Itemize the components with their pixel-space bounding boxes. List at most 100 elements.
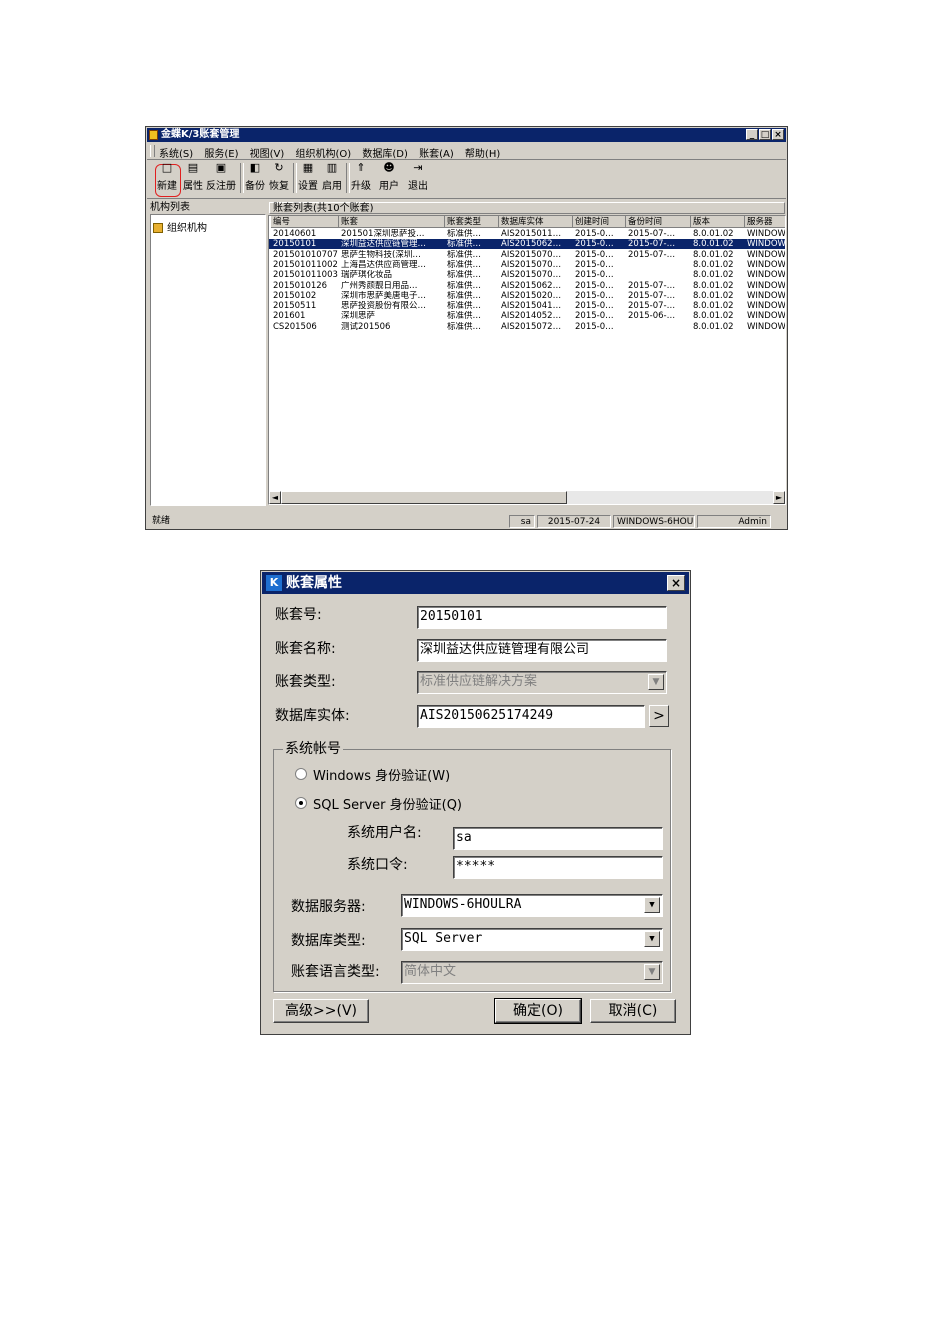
table-cell: 2015-0… bbox=[575, 301, 614, 312]
settings-button[interactable]: ▦ 设置 bbox=[298, 162, 318, 193]
scroll-left-icon[interactable]: ◄ bbox=[269, 491, 281, 504]
table-row[interactable]: 2015010126 广州秀颜靓日用品… 标准供… AIS2015062… 2015-0… bbox=[269, 281, 785, 291]
table-cell: 2015-0… bbox=[575, 239, 614, 250]
table-row[interactable]: 201501011002 上海昌达供应商管理… 标准供… AIS2015070… 201… bbox=[269, 260, 785, 270]
cancel-button[interactable]: 取消(C) bbox=[590, 999, 676, 1023]
grid-header: 编号 账套 账套类型 数据库实体 创建时间 备份时间 版本 服务器 bbox=[269, 216, 785, 228]
table-row[interactable]: 20150101 深圳益达供应链管理… 标准供… AIS2015062… 2015-0…… bbox=[269, 239, 785, 250]
backup-button[interactable]: ◧ 备份 bbox=[245, 162, 265, 193]
upgrade-button[interactable]: ⇑ 升级 bbox=[351, 162, 371, 193]
table-cell: 标准供… bbox=[447, 239, 482, 250]
toolbar-separator bbox=[240, 163, 244, 193]
column-header-created[interactable]: 创建时间 bbox=[573, 216, 626, 228]
maximize-button[interactable]: □ bbox=[759, 129, 771, 140]
table-row[interactable]: 20150511 思萨投资股份有限公… 标准供… AIS2015041… 2015-0…… bbox=[269, 301, 785, 311]
sys-password-field[interactable]: ***** bbox=[453, 856, 663, 879]
account-type-label: 账套类型: bbox=[275, 674, 336, 690]
windows-auth-radio[interactable] bbox=[295, 768, 307, 780]
table-cell: 2015-07-… bbox=[628, 229, 676, 239]
column-header-account-type[interactable]: 账套类型 bbox=[445, 216, 499, 228]
menu-account[interactable]: 账套(A) bbox=[419, 149, 454, 160]
menu-view[interactable]: 视图(V) bbox=[250, 149, 285, 160]
table-cell: AIS2015072… bbox=[501, 321, 562, 332]
table-cell: 20150101 bbox=[273, 239, 317, 250]
db-entity-label: 数据库实体: bbox=[275, 708, 350, 724]
horizontal-scrollbar[interactable]: ◄ ► bbox=[269, 491, 785, 504]
exit-icon: ⇥ bbox=[413, 161, 423, 174]
chevron-down-icon[interactable]: ▼ bbox=[644, 931, 660, 947]
table-cell: WINDOWS-6 bbox=[747, 229, 786, 239]
restore-button[interactable]: ↻ 恢复 bbox=[269, 161, 289, 193]
table-cell: 2015-0… bbox=[575, 270, 614, 281]
org-tree[interactable]: 组织机构 bbox=[150, 214, 266, 506]
properties-icon: ▤ bbox=[187, 161, 199, 174]
unregister-button[interactable]: ▣ 反注册 bbox=[206, 162, 236, 193]
account-name-field[interactable]: 深圳益达供应链管理有限公司 bbox=[417, 639, 667, 662]
scroll-thumb[interactable] bbox=[281, 491, 567, 504]
column-header-backup[interactable]: 备份时间 bbox=[626, 216, 691, 228]
table-row[interactable]: 20150102 深圳市思萨美唐电子… 标准供… AIS2015020… 2015-0…… bbox=[269, 291, 785, 301]
table-row[interactable]: 20140601 201501深圳思萨投… 标准供… AIS2015011… 2015-… bbox=[269, 229, 785, 239]
table-row[interactable]: 201601 深圳思萨 标准供… AIS2014052… 2015-0… 2015-06-… bbox=[269, 311, 785, 321]
column-header-account[interactable]: 账套 bbox=[339, 216, 445, 228]
sys-user-field[interactable]: sa bbox=[453, 827, 663, 850]
column-header-server[interactable]: 服务器 bbox=[745, 216, 785, 228]
account-language-label: 账套语言类型: bbox=[291, 964, 380, 980]
menu-organization[interactable]: 组织机构(O) bbox=[296, 149, 352, 160]
db-server-select[interactable]: WINDOWS-6HOULRA ▼ bbox=[401, 894, 663, 917]
chevron-down-icon[interactable]: ▼ bbox=[644, 897, 660, 913]
table-cell: 20150511 bbox=[273, 301, 317, 312]
status-user: sa bbox=[509, 515, 535, 528]
table-cell: 标准供… bbox=[447, 229, 482, 239]
menu-database[interactable]: 数据库(D) bbox=[362, 149, 408, 160]
ok-button[interactable]: 确定(O) bbox=[494, 998, 582, 1024]
table-row[interactable]: CS201506 测试201506 标准供… AIS2015072… 2015-0… 8.… bbox=[269, 322, 785, 332]
column-header-db-entity[interactable]: 数据库实体 bbox=[499, 216, 573, 228]
properties-button[interactable]: ▤ 属性 bbox=[183, 161, 203, 193]
table-row[interactable]: 201501011003 瑞萨琪化妆品 标准供… AIS2015070… 2015-0…… bbox=[269, 270, 785, 280]
account-list-header: 账套列表(共10个账套) bbox=[269, 202, 785, 214]
column-header-number[interactable]: 编号 bbox=[271, 216, 339, 228]
table-cell: 8.0.01.02 bbox=[693, 259, 734, 270]
db-entity-field[interactable]: AIS20150625174249 bbox=[417, 705, 645, 728]
db-type-select[interactable]: SQL Server ▼ bbox=[401, 928, 663, 951]
table-cell: 思萨生物科技(深圳… bbox=[341, 249, 421, 260]
table-cell: AIS2015041… bbox=[501, 301, 562, 312]
table-cell: 2015-07-… bbox=[628, 301, 676, 312]
table-cell: 广州秀颜靓日用品… bbox=[341, 280, 418, 291]
scroll-right-icon[interactable]: ► bbox=[773, 491, 785, 504]
minimize-button[interactable]: _ bbox=[746, 129, 758, 140]
table-row[interactable]: 201501010707 思萨生物科技(深圳… 标准供… AIS2015070… 201… bbox=[269, 250, 785, 260]
users-button[interactable]: ☻ 用户 bbox=[379, 161, 399, 193]
close-button[interactable]: × bbox=[772, 129, 784, 140]
table-cell: 标准供… bbox=[447, 249, 482, 260]
table-cell: 8.0.01.02 bbox=[693, 311, 734, 322]
menu-service[interactable]: 服务(E) bbox=[204, 149, 238, 160]
user-icon: ☻ bbox=[383, 161, 395, 174]
menu-help[interactable]: 帮助(H) bbox=[465, 149, 500, 160]
status-server: WINDOWS-6HOULRA bbox=[613, 515, 695, 528]
table-cell: WINDOWS-6 bbox=[747, 249, 786, 260]
table-cell: AIS2015070… bbox=[501, 270, 562, 281]
table-cell: 2015-07-… bbox=[628, 249, 676, 260]
sql-auth-label: SQL Server 身份验证(Q) bbox=[313, 798, 462, 813]
table-cell: 20140601 bbox=[273, 229, 317, 239]
menu-system[interactable]: 系统(S) bbox=[159, 149, 193, 160]
restore-icon: ↻ bbox=[274, 161, 284, 174]
advanced-button[interactable]: 高级>>(V) bbox=[273, 999, 369, 1023]
table-cell: 2015-07-… bbox=[628, 290, 676, 301]
table-cell: 201601 bbox=[273, 311, 306, 322]
table-cell: AIS2015011… bbox=[501, 229, 562, 239]
new-button[interactable]: □ 新建 bbox=[157, 162, 177, 193]
sql-auth-radio[interactable] bbox=[295, 797, 307, 809]
column-header-version[interactable]: 版本 bbox=[691, 216, 745, 228]
account-no-field[interactable]: 20150101 bbox=[417, 606, 667, 629]
dialog-close-button[interactable]: × bbox=[667, 575, 685, 591]
enable-button[interactable]: ▥ 启用 bbox=[322, 162, 342, 193]
exit-button[interactable]: ⇥ 退出 bbox=[408, 161, 428, 193]
tree-item-organization[interactable]: 组织机构 bbox=[153, 219, 207, 234]
menu-bar: 系统(S) 服务(E) 视图(V) 组织机构(O) 数据库(D) 账套(A) 帮… bbox=[147, 143, 786, 160]
browse-button[interactable]: > bbox=[649, 705, 669, 727]
account-grid[interactable]: 编号 账套 账套类型 数据库实体 创建时间 备份时间 版本 服务器 20140601 20150… bbox=[268, 215, 786, 505]
upgrade-label: 升级 bbox=[351, 181, 371, 192]
